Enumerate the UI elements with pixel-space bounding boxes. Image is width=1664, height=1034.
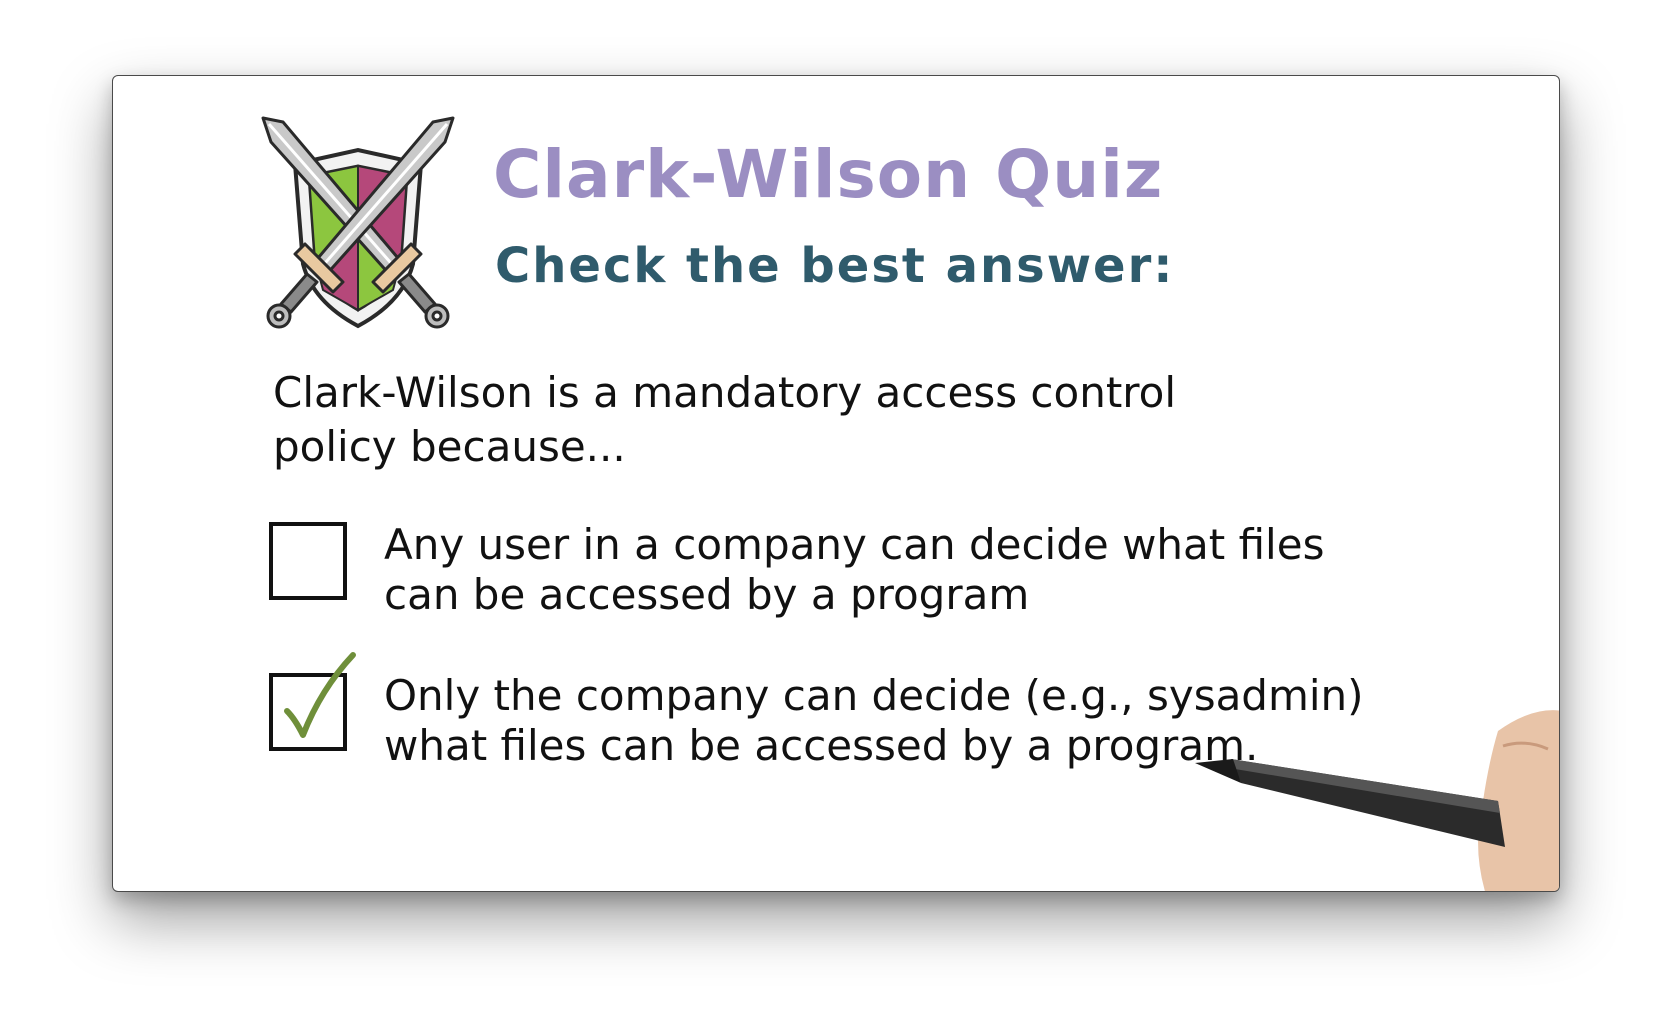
question-text: Clark-Wilson is a mandatory access contr… (273, 368, 1177, 471)
quiz-subtitle: Check the best answer: (495, 238, 1175, 294)
marker-pen-icon (1195, 710, 1559, 891)
crossed-swords-shield-icon (261, 116, 455, 329)
answer-option-1-label[interactable]: Any user in a company can decide what fi… (384, 520, 1404, 620)
answer-checkbox-1[interactable] (269, 522, 347, 600)
checkmark-icon (284, 652, 356, 738)
quiz-title: Clark-Wilson Quiz (493, 136, 1164, 213)
quiz-slide: Clark-Wilson Quiz Check the best answer:… (112, 75, 1560, 892)
